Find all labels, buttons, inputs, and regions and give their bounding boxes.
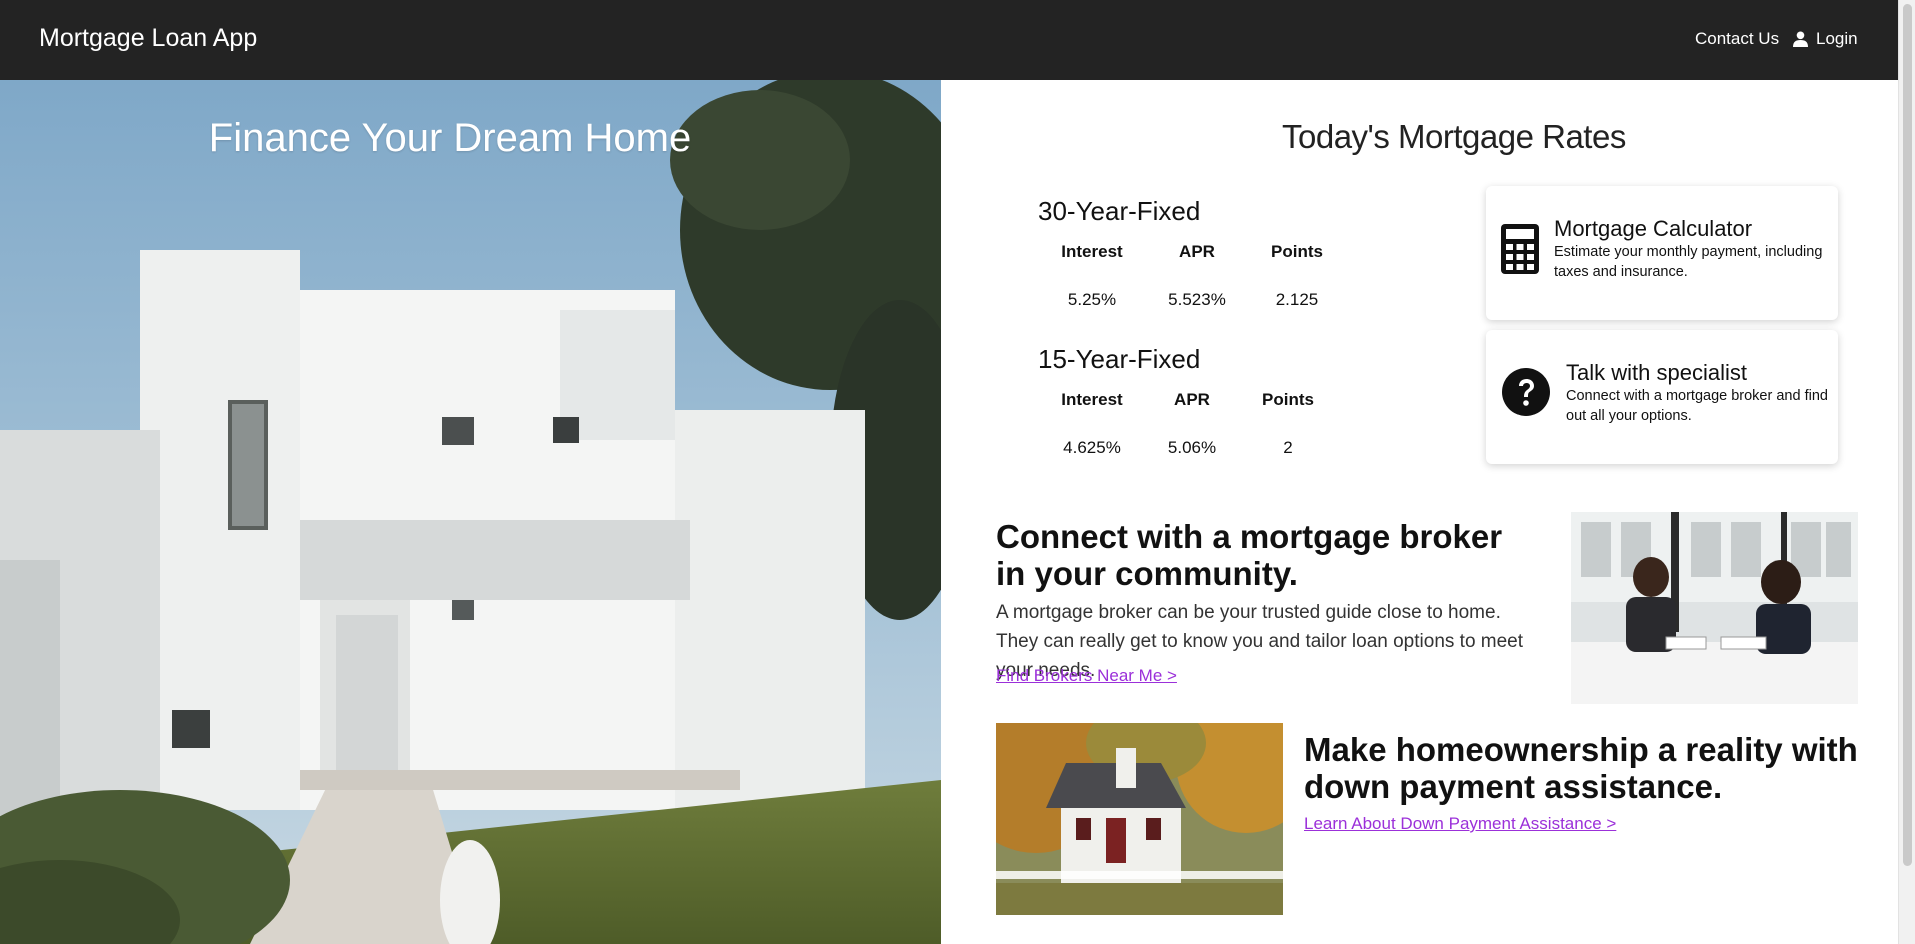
card-description: Connect with a mortgage broker and find … [1566, 388, 1828, 424]
rate-value-points: 2.125 [1275, 290, 1319, 309]
rate-product-title: 15-Year-Fixed [1038, 344, 1201, 374]
connect-heading: Connect with a mortgage broker in your c… [996, 518, 1503, 592]
hero-title: Finance Your Dream Home [208, 116, 692, 160]
rates-title: Today's Mortgage Rates [1282, 118, 1626, 155]
column-header-interest: Interest [1061, 390, 1123, 409]
user-icon [1793, 31, 1808, 47]
column-header-apr: APR [1179, 242, 1215, 261]
down-payment-assistance-link[interactable]: Learn About Down Payment Assistance > [1304, 814, 1616, 834]
column-header-points: Points [1271, 242, 1323, 261]
rate-value-points: 2 [1283, 438, 1293, 457]
column-header-points: Points [1262, 390, 1314, 409]
scrollbar-thumb[interactable] [1903, 4, 1912, 866]
mortgage-calculator-card[interactable]: Mortgage Calculator Estimate your monthl… [1486, 186, 1838, 320]
top-nav-bar: Mortgage Loan App Contact Us Login [0, 0, 1898, 80]
white-house-image [996, 723, 1283, 915]
rate-value-interest: 5.25% [1067, 290, 1117, 309]
find-brokers-link[interactable]: Find Brokers Near Me > [996, 666, 1177, 686]
card-title: Mortgage Calculator [1554, 216, 1753, 241]
homeownership-heading: Make homeownership a reality with down p… [1304, 731, 1858, 805]
card-description: Estimate your monthly payment, including… [1554, 244, 1823, 280]
column-header-interest: Interest [1061, 242, 1123, 261]
hero-section: Finance Your Dream Home [0, 80, 941, 944]
rate-value-apr: 5.523% [1168, 290, 1226, 309]
hero-house-image [0, 80, 941, 944]
question-icon [1502, 368, 1550, 416]
broker-meeting-image [1571, 512, 1858, 704]
login-link[interactable]: Login [1793, 29, 1858, 49]
calculator-icon [1501, 224, 1539, 274]
app-brand[interactable]: Mortgage Loan App [39, 24, 257, 53]
rate-product-title: 30-Year-Fixed [1038, 196, 1201, 226]
talk-with-specialist-card[interactable]: Talk with specialist Connect with a mort… [1486, 330, 1838, 464]
column-header-apr: APR [1174, 390, 1210, 409]
rate-value-apr: 5.06% [1167, 438, 1217, 457]
rate-value-interest: 4.625% [1063, 438, 1121, 457]
contact-us-link[interactable]: Contact Us [1695, 29, 1779, 49]
login-label: Login [1816, 29, 1858, 48]
card-title: Talk with specialist [1566, 360, 1747, 385]
page-scrollbar[interactable] [1898, 0, 1915, 944]
